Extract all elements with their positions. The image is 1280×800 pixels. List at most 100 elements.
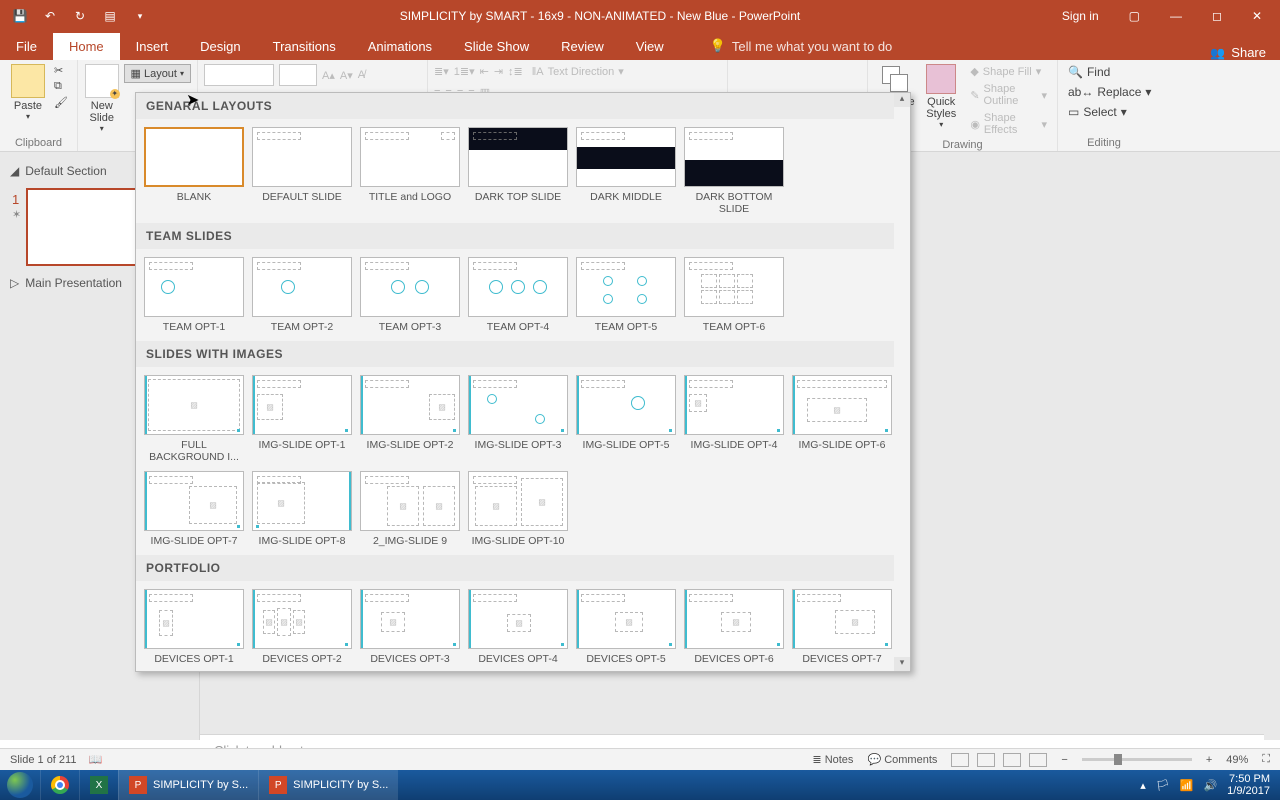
layout-blank[interactable]: BLANK: [144, 127, 244, 215]
tab-insert[interactable]: Insert: [120, 33, 185, 60]
tab-view[interactable]: View: [620, 33, 680, 60]
shape-fill-button[interactable]: ◆ Shape Fill ▾: [966, 64, 1051, 79]
tab-design[interactable]: Design: [184, 33, 256, 60]
taskbar-chrome[interactable]: [40, 770, 79, 800]
slide-counter[interactable]: Slide 1 of 211: [10, 754, 76, 766]
cut-icon[interactable]: ✂: [54, 64, 68, 77]
bullets-icon[interactable]: ≣▾: [434, 65, 449, 78]
layout-dropdown-button[interactable]: ▦Layout▾: [124, 64, 191, 83]
taskbar-ppt-2[interactable]: PSIMPLICITY by S...: [258, 770, 398, 800]
tray-up-icon[interactable]: ▴: [1140, 779, 1146, 792]
layout-team-1[interactable]: TEAM OPT-1: [144, 257, 244, 333]
shape-outline-button[interactable]: ✎ Shape Outline ▾: [966, 82, 1051, 108]
layout-default-slide[interactable]: DEFAULT SLIDE: [252, 127, 352, 215]
share-button[interactable]: Share: [1210, 45, 1266, 60]
increase-font-icon[interactable]: A▴: [322, 69, 335, 82]
layout-img-5[interactable]: IMG-SLIDE OPT-5: [576, 375, 676, 463]
layout-img-1[interactable]: IMG-SLIDE OPT-1: [252, 375, 352, 463]
scroll-down-icon[interactable]: ▾: [894, 657, 910, 671]
tab-transitions[interactable]: Transitions: [257, 33, 352, 60]
layout-dark-middle[interactable]: DARK MIDDLE: [576, 127, 676, 215]
layout-devices-1[interactable]: DEVICES OPT-1: [144, 589, 244, 665]
sorter-view-icon[interactable]: [977, 753, 995, 767]
layout-team-2[interactable]: TEAM OPT-2: [252, 257, 352, 333]
layout-img-10[interactable]: IMG-SLIDE OPT-10: [468, 471, 568, 547]
sign-in-link[interactable]: Sign in: [1052, 3, 1109, 29]
taskbar-excel[interactable]: X: [79, 770, 118, 800]
tab-animations[interactable]: Animations: [352, 33, 448, 60]
line-spacing-icon[interactable]: ↕≣: [508, 65, 523, 78]
replace-button[interactable]: ab↔ Replace ▾: [1064, 84, 1155, 100]
tray-action-icon[interactable]: 🏳: [1156, 779, 1170, 792]
layout-img-6[interactable]: IMG-SLIDE OPT-6: [792, 375, 892, 463]
layout-team-6[interactable]: TEAM OPT-6: [684, 257, 784, 333]
close-icon[interactable]: ✕: [1242, 3, 1272, 29]
layout-devices-2[interactable]: DEVICES OPT-2: [252, 589, 352, 665]
redo-icon[interactable]: ↻: [72, 8, 88, 24]
qat-more-icon[interactable]: ▾: [132, 8, 148, 24]
system-tray[interactable]: ▴ 🏳 📶 🔊 7:50 PM1/9/2017: [1140, 773, 1280, 797]
layout-team-4[interactable]: TEAM OPT-4: [468, 257, 568, 333]
layout-devices-7[interactable]: DEVICES OPT-7: [792, 589, 892, 665]
zoom-percent[interactable]: 49%: [1226, 754, 1248, 766]
zoom-out-icon[interactable]: −: [1061, 754, 1067, 766]
text-direction-button[interactable]: ‖A Text Direction ▾: [528, 64, 628, 79]
gallery-scrollbar[interactable]: ▴ ▾: [894, 93, 910, 671]
layout-img-3[interactable]: IMG-SLIDE OPT-3: [468, 375, 568, 463]
save-icon[interactable]: 💾: [12, 8, 28, 24]
normal-view-icon[interactable]: [951, 753, 969, 767]
format-painter-icon[interactable]: 🖌: [54, 96, 68, 109]
slideshow-view-icon[interactable]: [1029, 753, 1047, 767]
ribbon-display-icon[interactable]: ▢: [1119, 3, 1150, 29]
layout-dark-bottom[interactable]: DARK BOTTOM SLIDE: [684, 127, 784, 215]
numbering-icon[interactable]: 1≣▾: [454, 65, 475, 78]
start-from-beginning-icon[interactable]: ▤: [102, 8, 118, 24]
layout-team-3[interactable]: TEAM OPT-3: [360, 257, 460, 333]
fit-to-window-icon[interactable]: ⛶: [1262, 753, 1270, 766]
tray-volume-icon[interactable]: 🔊: [1203, 779, 1217, 792]
quick-styles-button[interactable]: Quick Styles▾: [920, 64, 962, 129]
tell-me-search[interactable]: 💡Tell me what you want to do: [700, 32, 903, 60]
layout-img-2[interactable]: IMG-SLIDE OPT-2: [360, 375, 460, 463]
spellcheck-icon[interactable]: 📖: [88, 753, 102, 766]
layout-team-5[interactable]: TEAM OPT-5: [576, 257, 676, 333]
reading-view-icon[interactable]: [1003, 753, 1021, 767]
decrease-indent-icon[interactable]: ⇤: [480, 65, 489, 78]
layout-img-9[interactable]: 2_IMG-SLIDE 9: [360, 471, 460, 547]
layout-title-logo[interactable]: TITLE and LOGO: [360, 127, 460, 215]
start-button[interactable]: [0, 770, 40, 800]
layout-devices-3[interactable]: DEVICES OPT-3: [360, 589, 460, 665]
tab-review[interactable]: Review: [545, 33, 620, 60]
layout-devices-6[interactable]: DEVICES OPT-6: [684, 589, 784, 665]
comments-toggle[interactable]: 💬 Comments: [867, 753, 937, 766]
layout-devices-4[interactable]: DEVICES OPT-4: [468, 589, 568, 665]
increase-indent-icon[interactable]: ⇥: [494, 65, 503, 78]
layout-dark-top[interactable]: DARK TOP SLIDE: [468, 127, 568, 215]
undo-icon[interactable]: ↶: [42, 8, 58, 24]
taskbar-clock[interactable]: 7:50 PM1/9/2017: [1227, 773, 1270, 797]
decrease-font-icon[interactable]: A▾: [340, 69, 353, 82]
layout-img-8[interactable]: IMG-SLIDE OPT-8: [252, 471, 352, 547]
scroll-up-icon[interactable]: ▴: [894, 93, 910, 107]
maximize-icon[interactable]: ◻: [1202, 3, 1232, 29]
minimize-icon[interactable]: —: [1160, 3, 1192, 29]
zoom-in-icon[interactable]: +: [1206, 754, 1212, 766]
tab-home[interactable]: Home: [53, 33, 120, 60]
clear-format-icon[interactable]: A̸: [358, 69, 365, 81]
paste-button[interactable]: Paste ▾: [6, 64, 50, 121]
tab-file[interactable]: File: [0, 33, 53, 60]
find-button[interactable]: 🔍 Find: [1064, 64, 1155, 80]
copy-icon[interactable]: ⧉: [54, 80, 68, 93]
zoom-slider[interactable]: [1082, 758, 1192, 761]
new-slide-button[interactable]: ✦ New Slide ▾: [84, 64, 120, 133]
layout-img-4[interactable]: IMG-SLIDE OPT-4: [684, 375, 784, 463]
tray-network-icon[interactable]: 📶: [1180, 779, 1194, 792]
font-size-combo[interactable]: [279, 64, 317, 86]
tab-slideshow[interactable]: Slide Show: [448, 33, 545, 60]
select-button[interactable]: ▭ Select ▾: [1064, 104, 1155, 120]
layout-img-7[interactable]: IMG-SLIDE OPT-7: [144, 471, 244, 547]
layout-devices-5[interactable]: DEVICES OPT-5: [576, 589, 676, 665]
notes-toggle[interactable]: ≣ Notes: [812, 753, 853, 766]
shape-effects-button[interactable]: ◉ Shape Effects ▾: [966, 111, 1051, 137]
font-name-combo[interactable]: [204, 64, 274, 86]
